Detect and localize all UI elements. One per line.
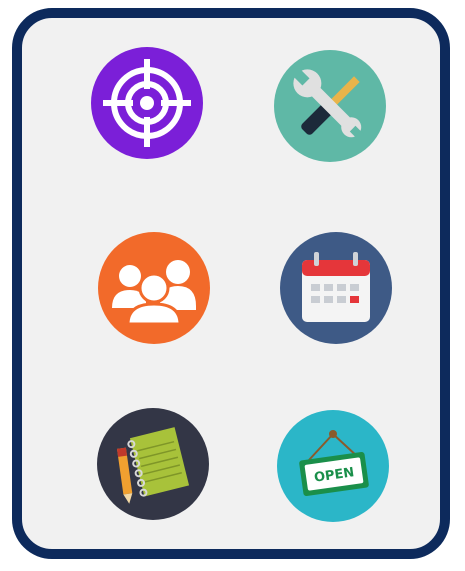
calendar-icon[interactable]	[280, 232, 392, 344]
target-icon[interactable]	[91, 47, 203, 159]
group-icon[interactable]	[98, 232, 210, 344]
tools-icon[interactable]	[274, 50, 386, 162]
notebook-icon[interactable]	[97, 408, 209, 520]
open-sign-icon[interactable]: OPEN	[277, 410, 389, 522]
